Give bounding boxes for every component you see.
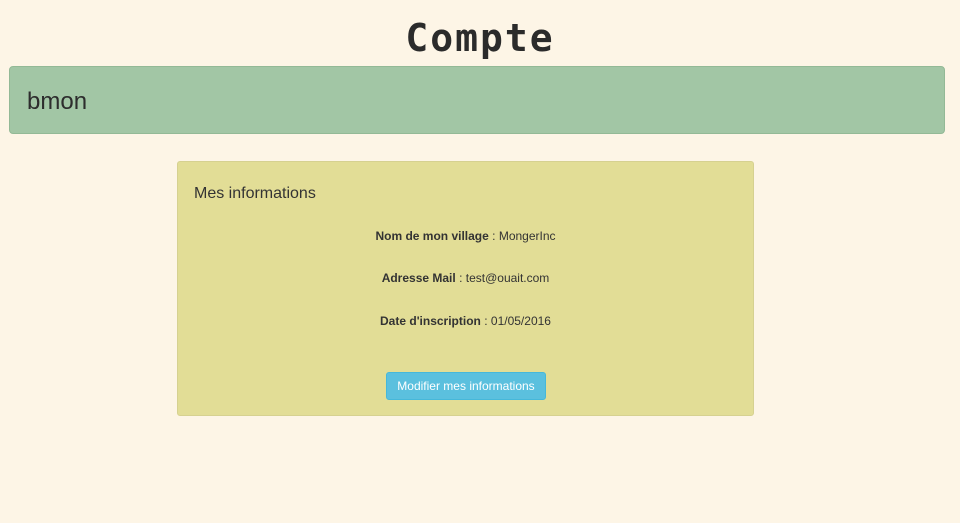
mail-separator: :: [455, 271, 466, 285]
info-row-date: Date d'inscription : 01/05/2016: [178, 313, 753, 329]
info-panel: Mes informations Nom de mon village : Mo…: [177, 161, 754, 416]
village-separator: :: [488, 229, 499, 243]
panel-title: Mes informations: [194, 185, 316, 202]
signup-date-value: 01/05/2016: [490, 314, 551, 328]
signup-date-label: Date d'inscription: [380, 314, 481, 328]
village-label: Nom de mon village: [375, 229, 489, 243]
info-row-village: Nom de mon village : MongerInc: [178, 228, 753, 244]
info-row-mail: Adresse Mail : test@ouait.com: [178, 270, 753, 286]
page-title: Compte: [405, 16, 555, 60]
edit-info-button[interactable]: Modifier mes informations: [386, 372, 546, 400]
mail-value: test@ouait.com: [465, 271, 550, 285]
village-value: MongerInc: [498, 229, 556, 243]
signup-date-separator: :: [480, 314, 491, 328]
mail-label: Adresse Mail: [381, 271, 456, 285]
username: bmon: [27, 88, 88, 115]
user-banner: bmon: [9, 66, 945, 134]
